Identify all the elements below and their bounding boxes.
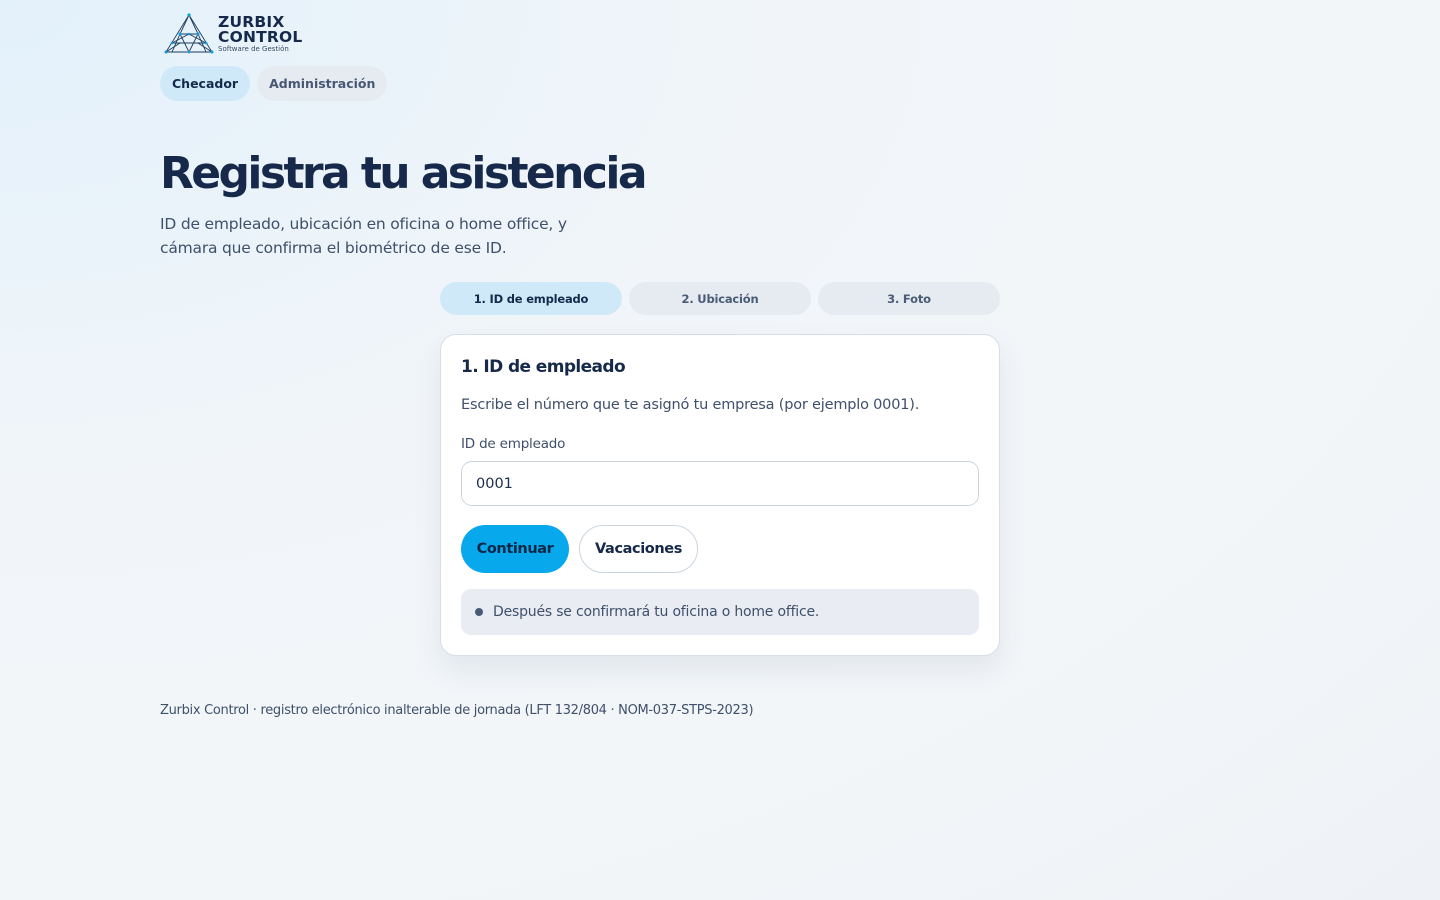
page-subtitle: ID de empleado, ubicación en oficina o h… [160,215,567,257]
vacations-button[interactable]: Vacaciones [579,525,698,573]
info-note: Después se confirmará tu oficina o home … [461,589,979,635]
card-title: 1. ID de empleado [461,357,626,377]
brand-name-line2: CONTROL [218,28,303,46]
step-employee-id[interactable]: 1. ID de empleado [440,282,622,315]
brand-tagline: Software de Gestión [218,45,289,53]
footer-legal-text: Zurbix Control · registro electrónico in… [160,703,754,718]
card-description: Escribe el número que te asignó tu empre… [461,397,920,413]
employee-id-input[interactable] [461,461,979,506]
employee-id-card: 1. ID de empleado Escribe el número que … [440,334,1000,656]
step-photo[interactable]: 3. Foto [818,282,1000,315]
continue-button[interactable]: Continuar [461,525,569,573]
page-title: Registra tu asistencia [160,148,648,199]
step-location[interactable]: 2. Ubicación [629,282,811,315]
main-nav: Checador Administración [160,66,388,101]
network-pyramid-icon [164,13,214,54]
brand-text: ZURBIX CONTROL Software de Gestión [218,14,303,53]
employee-id-label: ID de empleado [461,436,566,452]
info-note-text: Después se confirmará tu oficina o home … [493,604,820,620]
tab-administracion[interactable]: Administración [257,66,388,101]
tab-checador[interactable]: Checador [160,66,251,101]
bullet-dot-icon [475,608,483,616]
step-indicator: 1. ID de empleado 2. Ubicación 3. Foto [440,282,1000,315]
brand-logo[interactable]: ZURBIX CONTROL Software de Gestión [162,12,303,56]
